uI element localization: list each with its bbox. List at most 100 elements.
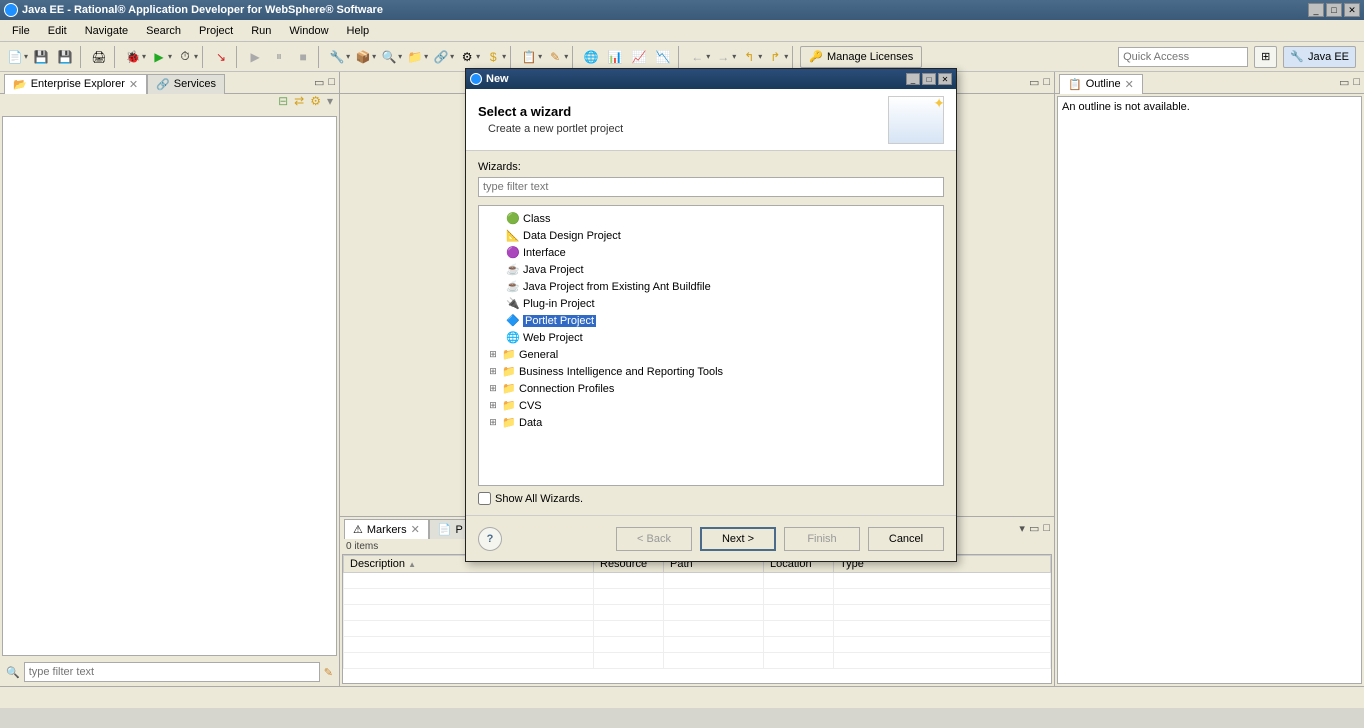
minimize-view-icon[interactable]: ▭ — [1029, 522, 1039, 535]
minimize-view-icon[interactable]: ▭ — [314, 76, 324, 89]
tab-outline[interactable]: 📋 Outline ✕ — [1059, 74, 1143, 94]
cancel-button[interactable]: Cancel — [868, 527, 944, 551]
close-icon[interactable]: ✕ — [129, 78, 138, 91]
minimize-button[interactable]: _ — [906, 73, 920, 85]
help-button[interactable]: ? — [478, 527, 502, 551]
profile-button[interactable]: ⏱ — [174, 46, 196, 68]
wizard-item-data-design-project[interactable]: 📐Data Design Project — [483, 227, 939, 244]
tool-f[interactable]: ⚙ — [456, 46, 478, 68]
close-icon[interactable]: ✕ — [411, 523, 420, 536]
dropdown-icon[interactable]: ▾ — [24, 52, 28, 61]
tool-h[interactable]: 📋 — [518, 46, 540, 68]
maximize-view-icon[interactable]: □ — [1043, 76, 1050, 89]
nav-back[interactable]: ← — [686, 46, 708, 68]
debug-button[interactable]: 🐞 — [122, 46, 144, 68]
nav-fwd[interactable]: → — [712, 46, 734, 68]
expand-icon[interactable]: ⊞ — [487, 400, 499, 411]
globe-button[interactable]: 🌐 — [580, 46, 602, 68]
minimize-view-icon[interactable]: ▭ — [1339, 76, 1349, 89]
wizard-filter-input[interactable] — [478, 177, 944, 197]
play-button[interactable]: ▶ — [244, 46, 266, 68]
save-button[interactable]: 💾 — [30, 46, 52, 68]
wizard-item-class[interactable]: 🟢Class — [483, 210, 939, 227]
collapse-icon[interactable]: ⊟ — [278, 94, 288, 114]
tool-j[interactable]: 📊 — [604, 46, 626, 68]
dropdown-icon[interactable]: ▾ — [194, 52, 198, 61]
explorer-filter-input[interactable] — [24, 662, 320, 682]
show-all-checkbox[interactable]: Show All Wizards. — [478, 492, 944, 505]
new-button[interactable]: 📄 — [4, 46, 26, 68]
tool-i[interactable]: ✎ — [544, 46, 566, 68]
tool-g[interactable]: $ — [482, 46, 504, 68]
dropdown-icon[interactable]: ▾ — [142, 52, 146, 61]
wizard-item-general[interactable]: ⊞📁General — [483, 346, 939, 363]
tool-k[interactable]: 📈 — [628, 46, 650, 68]
nav-up[interactable]: ↰ — [738, 46, 760, 68]
filter-icon[interactable]: ⚙ — [310, 94, 321, 114]
tool-d[interactable]: 📁 — [404, 46, 426, 68]
wizard-item-cvs[interactable]: ⊞📁CVS — [483, 397, 939, 414]
maximize-view-icon[interactable]: □ — [328, 76, 335, 89]
dropdown-icon[interactable]: ▾ — [168, 52, 172, 61]
tool-a[interactable]: 🔧 — [326, 46, 348, 68]
clear-icon[interactable]: ✎ — [324, 666, 333, 679]
close-button[interactable]: ✕ — [938, 73, 952, 85]
menu-search[interactable]: Search — [138, 23, 189, 39]
pause-button[interactable]: ⏸ — [268, 46, 290, 68]
minimize-view-icon[interactable]: ▭ — [1029, 76, 1039, 89]
menu-help[interactable]: Help — [339, 23, 378, 39]
back-button[interactable]: < Back — [616, 527, 692, 551]
wizard-tree[interactable]: 🟢Class📐Data Design Project🟣Interface☕Jav… — [478, 205, 944, 486]
wizard-item-java-project-from-existing-ant-buildfile[interactable]: ☕Java Project from Existing Ant Buildfil… — [483, 278, 939, 295]
wizard-item-interface[interactable]: 🟣Interface — [483, 244, 939, 261]
minimize-button[interactable]: _ — [1308, 3, 1324, 17]
print-button[interactable]: 🖨 — [88, 46, 110, 68]
wand-button[interactable]: ↘ — [210, 46, 232, 68]
close-button[interactable]: ✕ — [1344, 3, 1360, 17]
saveall-button[interactable]: 💾 — [54, 46, 76, 68]
maximize-button[interactable]: □ — [1326, 3, 1342, 17]
wizard-item-portlet-project[interactable]: 🔷Portlet Project — [483, 312, 939, 329]
menu-icon[interactable]: ▾ — [1019, 522, 1025, 535]
expand-icon[interactable]: ⊞ — [487, 383, 499, 394]
menu-navigate[interactable]: Navigate — [77, 23, 136, 39]
menu-file[interactable]: File — [4, 23, 38, 39]
tab-enterprise-explorer[interactable]: 📂 Enterprise Explorer ✕ — [4, 74, 147, 94]
close-icon[interactable]: ✕ — [1125, 78, 1134, 91]
stop-button[interactable]: ■ — [292, 46, 314, 68]
show-all-input[interactable] — [478, 492, 491, 505]
menu-edit[interactable]: Edit — [40, 23, 75, 39]
expand-icon[interactable]: ⊞ — [487, 366, 499, 377]
quick-access-input[interactable] — [1118, 47, 1248, 67]
wizard-item-plug-in-project[interactable]: 🔌Plug-in Project — [483, 295, 939, 312]
maximize-view-icon[interactable]: □ — [1353, 76, 1360, 89]
run-button[interactable]: ▶ — [148, 46, 170, 68]
finish-button[interactable]: Finish — [784, 527, 860, 551]
wizard-item-java-project[interactable]: ☕Java Project — [483, 261, 939, 278]
open-perspective-button[interactable]: ⊞ — [1254, 46, 1277, 68]
menu-window[interactable]: Window — [281, 23, 336, 39]
tool-e[interactable]: 🔗 — [430, 46, 452, 68]
tab-services[interactable]: 🔗 Services — [147, 74, 225, 94]
tool-c[interactable]: 🔍 — [378, 46, 400, 68]
tool-l[interactable]: 📉 — [652, 46, 674, 68]
nav-last[interactable]: ↱ — [764, 46, 786, 68]
manage-licenses-button[interactable]: 🔑 Manage Licenses — [800, 46, 922, 68]
wizard-item-connection-profiles[interactable]: ⊞📁Connection Profiles — [483, 380, 939, 397]
menu-project[interactable]: Project — [191, 23, 241, 39]
tab-markers[interactable]: ⚠ Markers ✕ — [344, 519, 429, 539]
menu-icon[interactable]: ▾ — [327, 94, 333, 114]
menu-run[interactable]: Run — [243, 23, 279, 39]
maximize-button[interactable]: □ — [922, 73, 936, 85]
wizard-item-data[interactable]: ⊞📁Data — [483, 414, 939, 431]
link-icon[interactable]: ⇄ — [294, 94, 304, 114]
markers-table[interactable]: Description ▲ Resource Path Location Typ… — [342, 554, 1052, 684]
next-button[interactable]: Next > — [700, 527, 776, 551]
expand-icon[interactable]: ⊞ — [487, 349, 499, 360]
expand-icon[interactable]: ⊞ — [487, 417, 499, 428]
tool-b[interactable]: 📦 — [352, 46, 374, 68]
wizard-item-web-project[interactable]: 🌐Web Project — [483, 329, 939, 346]
perspective-javaee[interactable]: 🔧 Java EE — [1283, 46, 1356, 68]
wizard-item-business-intelligence-and-reporting-tools[interactable]: ⊞📁Business Intelligence and Reporting To… — [483, 363, 939, 380]
maximize-view-icon[interactable]: □ — [1043, 522, 1050, 535]
